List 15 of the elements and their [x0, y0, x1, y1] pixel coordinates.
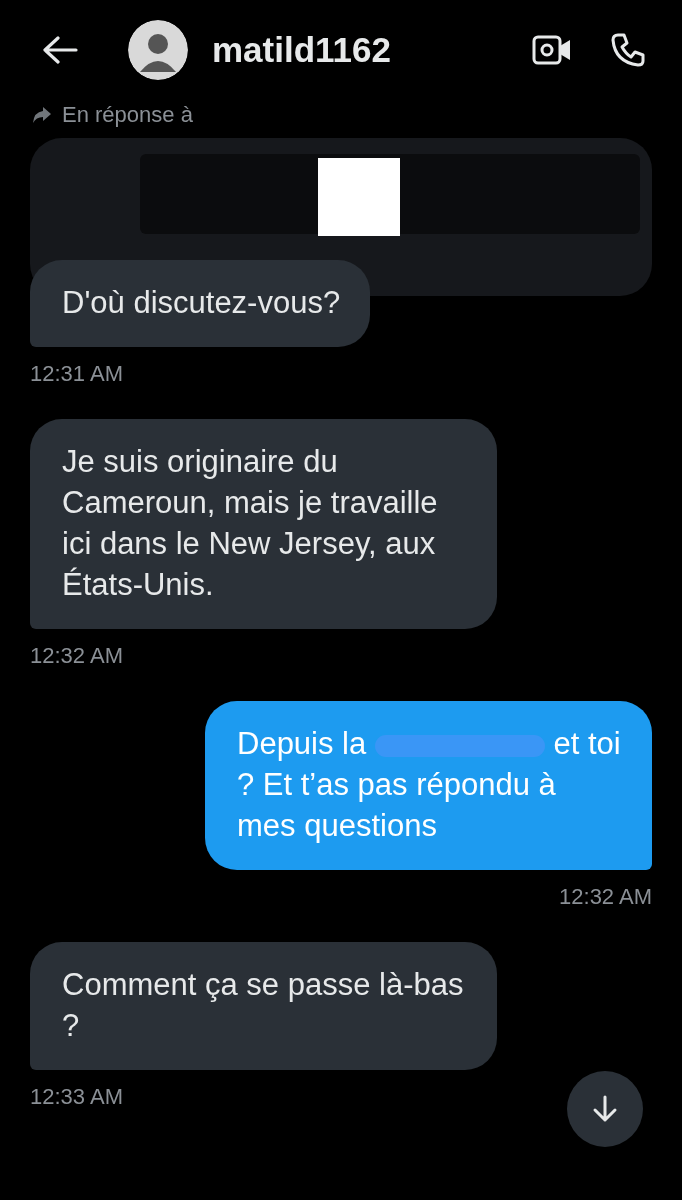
timestamp: 12:32 AM — [559, 884, 652, 910]
timestamp: 12:33 AM — [30, 1084, 123, 1110]
message-text: Comment ça se passe là-bas ? — [62, 966, 465, 1045]
back-arrow-icon[interactable] — [42, 36, 78, 64]
timestamp: 12:31 AM — [30, 361, 123, 387]
message-text: Depuis la et toi ? Et t’as pas répondu à mes questions — [237, 725, 622, 845]
timestamp: 12:32 AM — [30, 643, 123, 669]
video-call-icon[interactable] — [532, 34, 572, 66]
reply-arrow-icon — [32, 106, 52, 124]
message-text: D'où discutez-vous? — [62, 284, 341, 322]
reply-label: En réponse à — [62, 102, 193, 128]
phone-icon[interactable] — [610, 32, 646, 68]
avatar[interactable] — [128, 20, 188, 80]
username[interactable]: matild1162 — [212, 30, 391, 70]
message-text: Je suis originaire du Cameroun, mais je travaille ici dans le New Jersey, aux États-Unis. — [62, 443, 439, 604]
